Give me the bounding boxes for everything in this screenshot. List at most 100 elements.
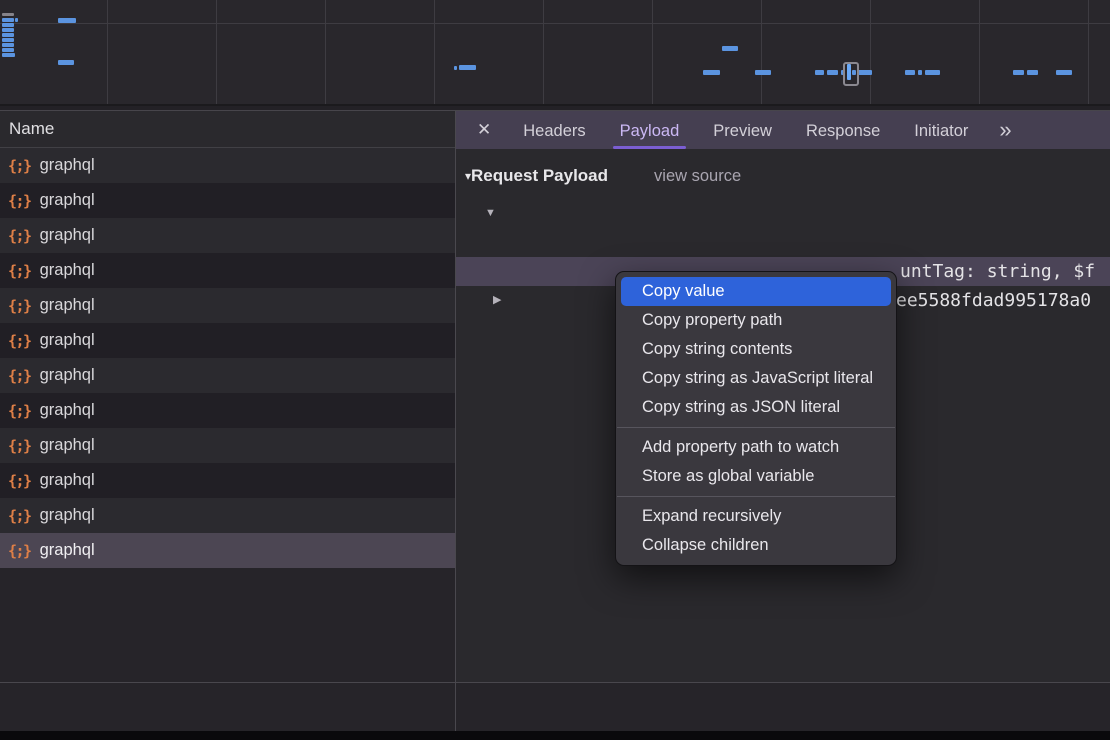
- operation-name-row[interactable]: operationName: "ipFlowTimeseries": [456, 228, 1110, 257]
- menu-item-copy-string-contents[interactable]: Copy string contents: [621, 335, 891, 364]
- overview-request-bar: [454, 66, 457, 70]
- overview-request-bar: [2, 23, 14, 27]
- overview-request-bar: [858, 70, 872, 75]
- overview-request-bar: [905, 70, 915, 75]
- devtools-network-panel: Name {;} graphql {;} graphql {;} graphql {;} gr…: [0, 0, 1110, 740]
- json-request-icon: {;}: [8, 227, 31, 245]
- overview-gridline: [107, 0, 108, 104]
- network-request-row[interactable]: {;} graphql: [0, 183, 455, 218]
- overview-request-bar: [722, 46, 738, 51]
- json-request-icon: {;}: [8, 262, 31, 280]
- request-name-label: graphql: [40, 541, 95, 560]
- overview-request-bar: [827, 70, 838, 75]
- request-name-label: graphql: [40, 506, 95, 525]
- network-request-row[interactable]: {;} graphql: [0, 323, 455, 358]
- overview-gridline: [543, 0, 544, 104]
- tab-initiator[interactable]: Initiator: [914, 111, 968, 149]
- network-request-row[interactable]: {;}graphql: [0, 463, 455, 498]
- json-request-icon: {;}: [8, 297, 31, 315]
- tab-headers[interactable]: Headers: [523, 111, 585, 149]
- menu-item-expand-recursively[interactable]: Expand recursively: [621, 502, 891, 531]
- overview-request-bar: [459, 65, 476, 70]
- overview-request-bar: [2, 28, 14, 32]
- json-request-icon: {;}: [8, 472, 31, 490]
- network-request-row[interactable]: {;}graphql: [0, 253, 455, 288]
- overview-request-bar: [2, 33, 14, 37]
- overview-gridline: [216, 0, 217, 104]
- json-request-icon: {;}: [8, 507, 31, 525]
- menu-item-add-property-path-to-watch[interactable]: Add property path to watch: [621, 433, 891, 462]
- name-header-label: Name: [9, 119, 54, 138]
- network-request-row[interactable]: {;} graphql: [0, 218, 455, 253]
- request-name-label: graphql: [40, 366, 95, 385]
- overview-request-bar: [703, 70, 720, 75]
- json-request-icon: {;}: [8, 332, 31, 350]
- close-icon[interactable]: ✕: [477, 120, 491, 140]
- overview-request-bar: [2, 18, 14, 22]
- request-payload-section-header[interactable]: ▾Request Payloadview source: [465, 166, 741, 186]
- overview-gridline: [325, 0, 326, 104]
- variables-value-fragment: ee5588fdad995178a0: [896, 286, 1091, 315]
- overview-request-bar: [925, 70, 940, 75]
- request-name-label: graphql: [40, 331, 95, 350]
- request-name-label: graphql: [40, 226, 95, 245]
- overview-request-bar: [58, 18, 76, 23]
- overview-gridline: [870, 0, 871, 104]
- json-request-icon: {;}: [8, 542, 31, 560]
- payload-root-row[interactable]: ▼{operationName: "ipFlowTimeseries", var…: [456, 199, 1110, 228]
- overview-request-bar: [1013, 70, 1024, 75]
- more-tabs-icon[interactable]: »: [999, 117, 1009, 143]
- menu-item-copy-value[interactable]: Copy value: [621, 277, 891, 306]
- menu-divider: [617, 427, 895, 428]
- menu-item-copy-string-as-javascript-literal[interactable]: Copy string as JavaScript literal: [621, 364, 891, 393]
- json-request-icon: {;}: [8, 402, 31, 420]
- network-request-row[interactable]: {;}graphql: [0, 393, 455, 428]
- column-header-name[interactable]: Name: [0, 111, 455, 148]
- network-request-row[interactable]: {;}graphql: [0, 148, 455, 183]
- tab-preview[interactable]: Preview: [713, 111, 772, 149]
- menu-divider: [617, 496, 895, 497]
- network-request-row[interactable]: {;} graphql: [0, 288, 455, 323]
- overview-gridline: [434, 0, 435, 104]
- json-request-icon: {;}: [8, 192, 31, 210]
- network-overview-timeline[interactable]: [0, 0, 1110, 106]
- overview-gridline: [1088, 0, 1089, 104]
- overview-request-bar: [58, 60, 74, 65]
- overview-request-bar: [1027, 70, 1038, 75]
- overview-gridline: [761, 0, 762, 104]
- overview-request-bar: [2, 53, 15, 57]
- details-tabbar: ✕ Headers Payload Preview Response Initiator…: [456, 111, 1110, 149]
- overview-request-bar: [15, 18, 18, 22]
- window-bottom-edge: [0, 731, 1110, 740]
- json-request-icon: {;}: [8, 367, 31, 385]
- menu-item-collapse-children[interactable]: Collapse children: [621, 531, 891, 560]
- context-menu: Copy valueCopy property pathCopy string …: [615, 271, 897, 566]
- expanded-icon[interactable]: ▼: [485, 199, 496, 228]
- overview-gridline: [979, 0, 980, 104]
- network-request-row[interactable]: {;} graphql: [0, 428, 455, 463]
- tab-response[interactable]: Response: [806, 111, 880, 149]
- panel-divider: [455, 683, 456, 732]
- overview-request-bar: [918, 70, 922, 75]
- collapsed-icon[interactable]: ▶: [493, 286, 501, 315]
- menu-item-copy-string-as-json-literal[interactable]: Copy string as JSON literal: [621, 393, 891, 422]
- overview-request-bar: [2, 13, 14, 16]
- network-request-row[interactable]: {;} graphql: [0, 498, 455, 533]
- menu-item-store-as-global-variable[interactable]: Store as global variable: [621, 462, 891, 491]
- overview-marker-bar: [847, 64, 851, 80]
- request-name-label: graphql: [40, 436, 95, 455]
- network-main-area: Name {;} graphql {;} graphql {;} graphql {;} gr…: [0, 110, 1110, 683]
- network-request-row[interactable]: {;} graphql: [0, 358, 455, 393]
- overview-request-bar: [815, 70, 824, 75]
- network-request-row[interactable]: {;} graphql: [0, 533, 455, 568]
- overview-request-bar: [755, 70, 771, 75]
- json-request-icon: {;}: [8, 157, 31, 175]
- json-request-icon: {;}: [8, 437, 31, 455]
- request-name-label: graphql: [40, 191, 95, 210]
- tab-payload[interactable]: Payload: [620, 111, 680, 149]
- request-name-label: graphql: [40, 296, 95, 315]
- overview-gridline: [652, 0, 653, 104]
- summary-bar: [0, 682, 1110, 732]
- menu-item-copy-property-path[interactable]: Copy property path: [621, 306, 891, 335]
- view-source-link[interactable]: view source: [654, 167, 741, 185]
